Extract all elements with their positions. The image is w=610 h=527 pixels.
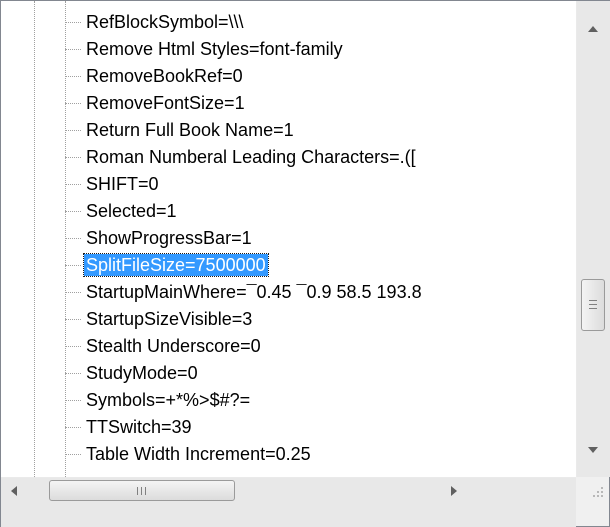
tree-item[interactable]: TTSwitch=39 xyxy=(65,415,565,439)
tree-connector xyxy=(65,373,81,374)
vertical-scroll-thumb[interactable] xyxy=(581,279,605,331)
tree-view[interactable]: RefBlockSymbol=\\\ Remove Html Styles=fo… xyxy=(1,1,576,477)
tree-item[interactable]: SHIFT=0 xyxy=(65,172,565,196)
tree-connector xyxy=(65,238,81,239)
tree-item[interactable]: Return Full Book Name=1 xyxy=(65,118,565,142)
horizontal-scrollbar[interactable] xyxy=(1,477,576,527)
horizontal-scroll-thumb[interactable] xyxy=(49,480,235,501)
size-grip-icon[interactable] xyxy=(576,477,609,526)
tree-item[interactable]: RemoveFontSize=1 xyxy=(65,91,565,115)
grip-line xyxy=(589,308,597,309)
tree-connector xyxy=(65,211,81,212)
tree-item-label: RemoveFontSize=1 xyxy=(86,93,245,113)
tree-item[interactable]: StartupMainWhere=¯0.45 ¯0.9 58.5 193.8 xyxy=(65,280,565,304)
tree-item[interactable]: RemoveBookRef=0 xyxy=(65,64,565,88)
tree-connector xyxy=(65,265,81,266)
tree-item-label: TTSwitch=39 xyxy=(86,417,192,437)
tree-connector xyxy=(65,400,81,401)
tree-item-label: SHIFT=0 xyxy=(86,174,159,194)
tree-item-label: Remove Html Styles=font-family xyxy=(86,39,343,59)
tree-item[interactable]: ShowProgressBar=1 xyxy=(65,226,565,250)
tree-item-label: Stealth Underscore=0 xyxy=(86,336,261,356)
tree-item-label: Selected=1 xyxy=(86,201,177,221)
tree-connector xyxy=(65,76,81,77)
tree-item-label: Table Width Increment=0.25 xyxy=(86,444,311,464)
grip-line xyxy=(137,487,138,495)
tree-item-label: StartupMainWhere=¯0.45 ¯0.9 58.5 193.8 xyxy=(86,282,422,302)
tree-connector xyxy=(65,292,81,293)
tree-view-frame: RefBlockSymbol=\\\ Remove Html Styles=fo… xyxy=(0,0,610,527)
tree-connector xyxy=(65,184,81,185)
down-arrow-icon[interactable] xyxy=(588,447,598,453)
tree-item[interactable]: StudyMode=0 xyxy=(65,361,565,385)
vertical-scrollbar[interactable] xyxy=(576,1,610,477)
tree-guide-line xyxy=(34,1,35,477)
tree-item-label: StartupSizeVisible=3 xyxy=(86,309,253,329)
tree-item[interactable]: RefBlockSymbol=\\\ xyxy=(65,10,565,34)
tree-connector xyxy=(65,427,81,428)
tree-item[interactable]: Roman Numberal Leading Characters=.([ xyxy=(65,145,565,169)
tree-item[interactable]: StartupSizeVisible=3 xyxy=(65,307,565,331)
tree-item[interactable]: Stealth Underscore=0 xyxy=(65,334,565,358)
left-arrow-icon[interactable] xyxy=(11,486,17,496)
tree-item-label: Return Full Book Name=1 xyxy=(86,120,294,140)
tree-item[interactable]: Table Width Increment=0.25 xyxy=(65,442,565,466)
tree-item[interactable]: Selected=1 xyxy=(65,199,565,223)
tree-item-selected[interactable]: SplitFileSize=7500000 xyxy=(65,253,565,277)
tree-item-label: Symbols=+*%>$#?= xyxy=(86,390,251,410)
tree-item-label: StudyMode=0 xyxy=(86,363,198,383)
tree-item-label: RemoveBookRef=0 xyxy=(86,66,243,86)
tree-item-label: ShowProgressBar=1 xyxy=(86,228,252,248)
grip-line xyxy=(145,487,146,495)
tree-connector xyxy=(65,157,81,158)
right-arrow-icon[interactable] xyxy=(451,486,457,496)
tree-connector xyxy=(65,22,81,23)
tree-item[interactable]: Symbols=+*%>$#?= xyxy=(65,388,565,412)
tree-item[interactable]: Remove Html Styles=font-family xyxy=(65,37,565,61)
tree-connector xyxy=(65,346,81,347)
grip-line xyxy=(589,304,597,305)
tree-item-label: RefBlockSymbol=\\\ xyxy=(86,12,244,32)
grip-line xyxy=(589,300,597,301)
tree-item-label: SplitFileSize=7500000 xyxy=(83,253,269,277)
tree-connector xyxy=(65,103,81,104)
tree-item-label: Roman Numberal Leading Characters=.([ xyxy=(86,147,416,167)
tree-connector xyxy=(65,130,81,131)
up-arrow-icon[interactable] xyxy=(588,26,598,32)
tree-connector xyxy=(65,454,81,455)
grip-line xyxy=(141,487,142,495)
tree-connector xyxy=(65,319,81,320)
tree-connector xyxy=(65,49,81,50)
